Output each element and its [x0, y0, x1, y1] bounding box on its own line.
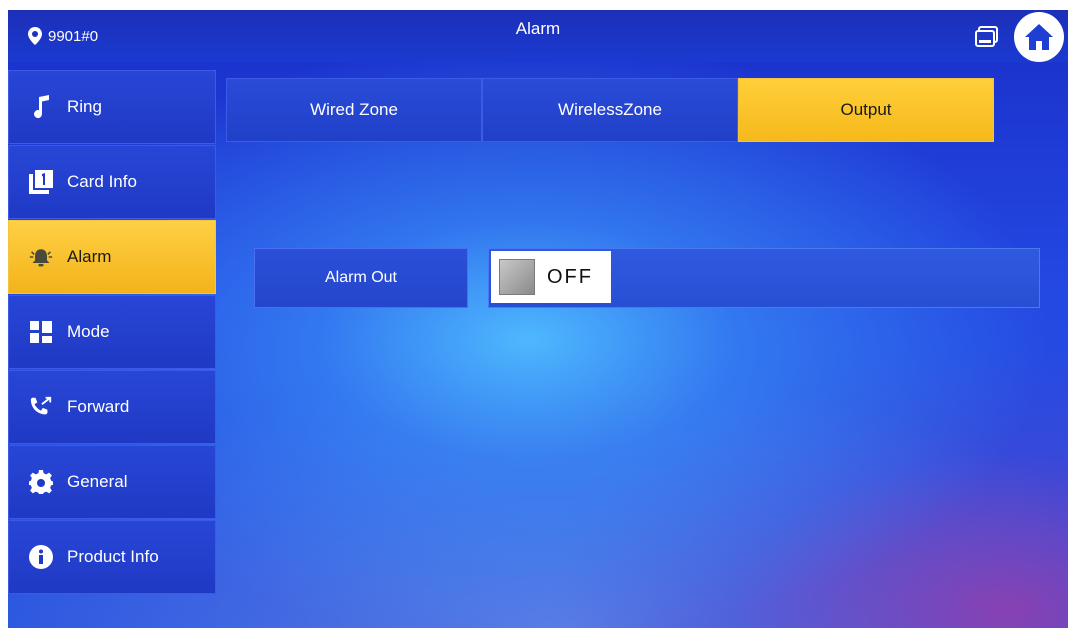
- tab-wired-zone[interactable]: Wired Zone: [226, 78, 482, 142]
- sidebar-item-card-info[interactable]: Card Info: [8, 145, 216, 219]
- intercom-screen: 9901#0 Alarm Ring Card Info Alarm Mode F…: [8, 10, 1068, 628]
- top-bar: 9901#0 Alarm: [8, 10, 1068, 62]
- sidebar-item-label: Card Info: [67, 172, 137, 191]
- sidebar-item-label: Product Info: [67, 547, 159, 566]
- alarm-bell-icon: [29, 245, 53, 269]
- home-button[interactable]: [1014, 12, 1064, 62]
- mode-grid-icon: [29, 320, 53, 344]
- sidebar-item-label: Mode: [67, 322, 110, 341]
- gear-icon: [29, 470, 53, 494]
- sidebar-item-alarm[interactable]: Alarm: [8, 220, 216, 294]
- sidebar-item-label: Alarm: [67, 247, 112, 266]
- alarm-tabs: Wired Zone WirelessZone Output: [226, 78, 994, 142]
- sidebar-item-label: General: [67, 472, 128, 491]
- sidebar-item-label: Ring: [67, 97, 102, 116]
- alarm-out-toggle[interactable]: OFF: [491, 251, 611, 303]
- toggle-knob: [499, 259, 535, 295]
- monitor-icon[interactable]: [975, 26, 999, 48]
- sidebar-item-general[interactable]: General: [8, 445, 216, 519]
- music-note-icon: [29, 95, 53, 119]
- card-icon: [29, 170, 53, 194]
- sidebar-item-mode[interactable]: Mode: [8, 295, 216, 369]
- sidebar-item-ring[interactable]: Ring: [8, 70, 216, 144]
- page-title: Alarm: [515, 19, 561, 38]
- toggle-state: OFF: [547, 265, 593, 288]
- sidebar-item-forward[interactable]: Forward: [8, 370, 216, 444]
- info-icon: [29, 545, 53, 569]
- home-icon: [1025, 24, 1053, 50]
- tab-output[interactable]: Output: [738, 78, 994, 142]
- sidebar-item-label: Forward: [67, 397, 130, 416]
- alarm-out-value-field: OFF: [488, 248, 1040, 308]
- tab-wireless-zone[interactable]: WirelessZone: [482, 78, 738, 142]
- call-forward-icon: [29, 395, 53, 419]
- alarm-out-label: Alarm Out: [254, 248, 468, 308]
- sidebar-item-product-info[interactable]: Product Info: [8, 520, 216, 594]
